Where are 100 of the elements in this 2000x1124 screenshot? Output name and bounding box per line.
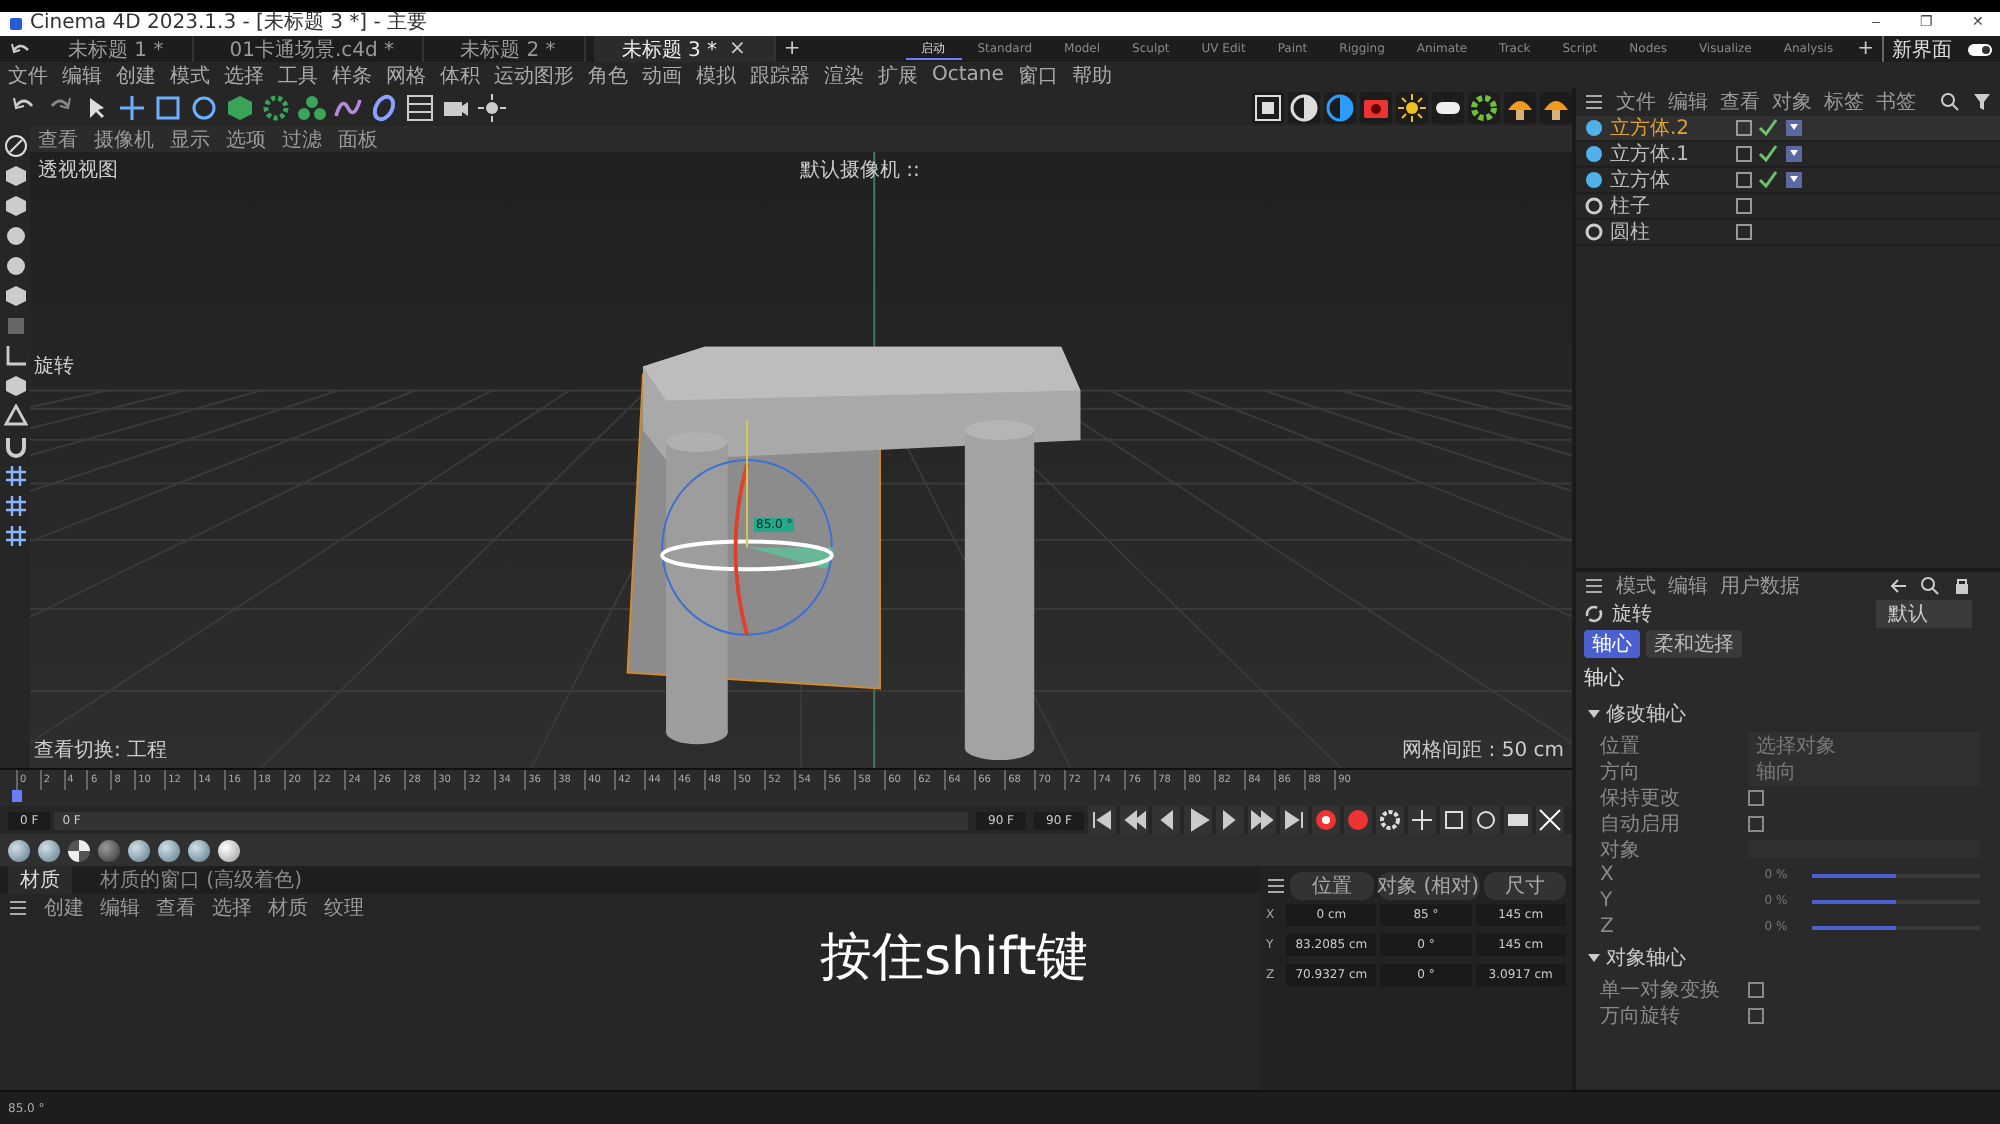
material-menu-item[interactable]: 创建: [44, 893, 84, 921]
gear-icon[interactable]: [1468, 91, 1500, 123]
object-menu-item[interactable]: 标签: [1824, 88, 1864, 116]
light-icon[interactable]: [476, 91, 508, 123]
checkbox[interactable]: [1748, 815, 1764, 831]
move-icon[interactable]: [1410, 808, 1434, 832]
cube-icon[interactable]: [3, 374, 27, 398]
checkbox[interactable]: [1748, 1007, 1764, 1023]
material-thumbnail[interactable]: [8, 839, 30, 861]
menu-icon[interactable]: [8, 897, 28, 917]
tag-icon[interactable]: [1784, 170, 1804, 190]
checkbox-icon[interactable]: [1736, 198, 1752, 214]
rotate-icon[interactable]: [188, 91, 220, 123]
tag-icon[interactable]: [1784, 144, 1804, 164]
viewport-menu-item[interactable]: 查看: [38, 125, 78, 153]
attribute-menu-item[interactable]: 用户数据: [1720, 572, 1800, 600]
checkbox[interactable]: [1748, 789, 1764, 805]
sun-icon[interactable]: [1396, 91, 1428, 123]
material-menu-item[interactable]: 选择: [212, 893, 252, 921]
menu-item[interactable]: 模拟: [696, 61, 736, 89]
material-menu-item[interactable]: 查看: [156, 893, 196, 921]
material-menu-item[interactable]: 纹理: [324, 893, 364, 921]
menu-item[interactable]: 编辑: [62, 61, 102, 89]
scale-icon[interactable]: [1442, 808, 1466, 832]
menu-item[interactable]: 窗口: [1017, 61, 1058, 89]
search-icon[interactable]: [1940, 92, 1960, 112]
viewport-menu-item[interactable]: 选项: [226, 125, 266, 153]
material-tab[interactable]: 材质的窗口 (高级着色): [88, 866, 314, 894]
film-icon[interactable]: [1506, 808, 1530, 832]
record-icon[interactable]: [1314, 808, 1338, 832]
viewport-menu-item[interactable]: 显示: [170, 125, 210, 153]
material-thumbnail[interactable]: [128, 839, 150, 861]
menu-item[interactable]: 帮助: [1071, 61, 1112, 89]
add-tab-button[interactable]: +: [783, 38, 801, 60]
viewport-menu-item[interactable]: 面板: [338, 125, 378, 153]
cube-icon[interactable]: [3, 194, 27, 218]
last-frame-icon[interactable]: [1282, 808, 1306, 832]
menu-item[interactable]: 工具: [278, 61, 318, 89]
menu-item[interactable]: 动画: [642, 61, 682, 89]
lock-icon[interactable]: [1952, 576, 1972, 596]
material-thumbnail[interactable]: [68, 839, 90, 861]
search-icon[interactable]: [1920, 576, 1940, 596]
angle-icon[interactable]: [3, 344, 27, 368]
checkbox-icon[interactable]: [1736, 224, 1752, 240]
cluster-icon[interactable]: [296, 91, 328, 123]
circle-icon[interactable]: [3, 254, 27, 278]
toggle-switch[interactable]: [1968, 43, 1992, 55]
filter-icon[interactable]: [1972, 92, 1992, 112]
circle-icon[interactable]: [3, 224, 27, 248]
rotate-gizmo-drawing[interactable]: [660, 419, 834, 636]
first-frame-icon[interactable]: [1090, 808, 1114, 832]
menu-item[interactable]: Octane: [932, 64, 1004, 86]
coordinate-mode-dropdown[interactable]: 位置: [1290, 871, 1374, 899]
attribute-tab[interactable]: 柔和选择: [1646, 630, 1742, 658]
document-tab[interactable]: 未标题 3 * ×: [593, 36, 776, 62]
material-menu-item[interactable]: 材质: [268, 893, 308, 921]
menu-item[interactable]: 运动图形: [494, 61, 574, 89]
back-arrow-icon[interactable]: [1888, 576, 1908, 596]
half-circle-icon[interactable]: [1324, 91, 1356, 123]
close-tab-button[interactable]: ×: [729, 38, 746, 60]
object-menu-item[interactable]: 文件: [1616, 88, 1656, 116]
menu-item[interactable]: 创建: [116, 61, 156, 89]
gear-icon[interactable]: [260, 91, 292, 123]
rotate-icon[interactable]: [1474, 808, 1498, 832]
object-row[interactable]: 立方体: [1576, 168, 2000, 194]
menu-icon[interactable]: [1584, 92, 1604, 112]
pen-icon[interactable]: [3, 134, 27, 158]
menu-item[interactable]: 体积: [440, 61, 480, 89]
menu-item[interactable]: 文件: [8, 61, 48, 89]
viewport-menu-item[interactable]: 摄像机: [94, 125, 154, 153]
checkbox-icon[interactable]: [1736, 120, 1752, 136]
menu-item[interactable]: 样条: [332, 61, 372, 89]
menu-icon[interactable]: [1266, 875, 1286, 895]
attribute-menu-item[interactable]: 编辑: [1668, 572, 1708, 600]
preset-dropdown[interactable]: 默认: [1876, 600, 1972, 628]
object-row[interactable]: 立方体.2: [1576, 116, 2000, 142]
object-row[interactable]: 柱子: [1576, 194, 2000, 220]
undo-icon[interactable]: [8, 39, 32, 59]
menu-item[interactable]: 角色: [588, 61, 628, 89]
coordinate-mode-dropdown[interactable]: 对象 (相对): [1377, 871, 1479, 899]
menu-item[interactable]: 模式: [170, 61, 210, 89]
ring-icon[interactable]: [368, 91, 400, 123]
add-layout-button[interactable]: +: [1849, 38, 1882, 60]
menu-item[interactable]: 网格: [386, 61, 426, 89]
tag-icon[interactable]: [1784, 118, 1804, 138]
menu-item[interactable]: 选择: [224, 61, 264, 89]
menu-item[interactable]: 渲染: [824, 61, 864, 89]
object-row[interactable]: 立方体.1: [1576, 142, 2000, 168]
attribute-tab[interactable]: 轴心: [1584, 630, 1640, 658]
material-tab[interactable]: 材质: [8, 866, 72, 894]
menu-item[interactable]: 扩展: [878, 61, 918, 89]
checkbox[interactable]: [1748, 981, 1764, 997]
material-thumbnail[interactable]: [218, 839, 240, 861]
cube-icon[interactable]: [3, 164, 27, 188]
object-menu-item[interactable]: 编辑: [1668, 88, 1708, 116]
material-thumbnail[interactable]: [98, 839, 120, 861]
menu-icon[interactable]: [1584, 576, 1604, 596]
menu-item[interactable]: 跟踪器: [750, 61, 810, 89]
frame-icon[interactable]: [1252, 91, 1284, 123]
scale-icon[interactable]: [152, 91, 184, 123]
